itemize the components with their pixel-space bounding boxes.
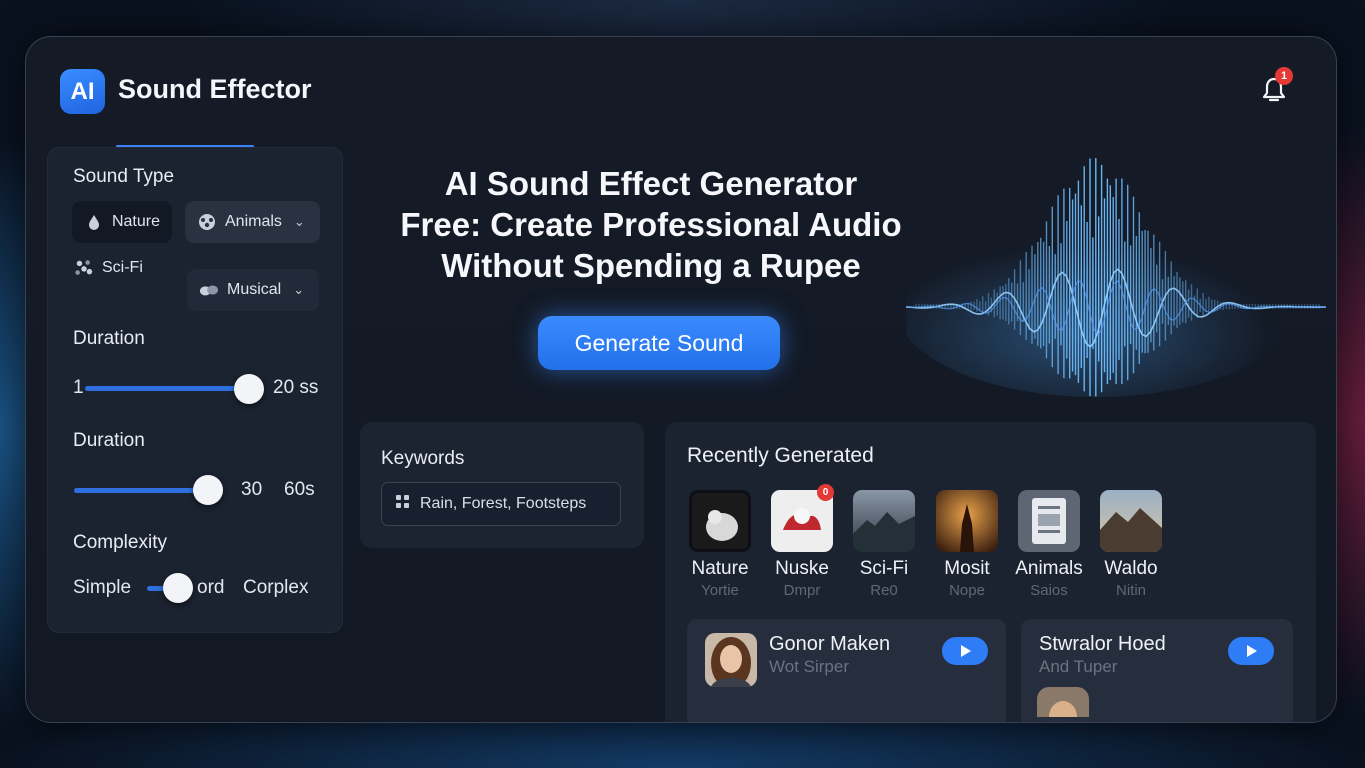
play-icon [961, 645, 971, 657]
keywords-value: Rain, Forest, Footsteps [420, 495, 587, 512]
recent-sub: Saios [1030, 582, 1068, 599]
sound-type-label-scifi: Sci-Fi [102, 259, 143, 276]
recent-track-card[interactable]: Stwralor Hoed And Tuper [1021, 619, 1293, 722]
recent-thumb-mosit[interactable] [936, 490, 998, 552]
duration-max-text: 20 ss [273, 377, 319, 398]
duration-slider-track[interactable] [85, 386, 250, 391]
recent-sub: Yortie [701, 582, 739, 599]
duration-slider-thumb-2[interactable] [193, 475, 223, 505]
duration-value-text: 30 [241, 479, 263, 500]
track-name: Stwralor Hoed [1039, 633, 1166, 655]
complexity-complex-text: Corplex [243, 577, 309, 598]
recent-sub: Re0 [870, 582, 898, 599]
recent-sub: Dmpr [783, 582, 821, 599]
paw-icon [197, 212, 217, 232]
recent-track-card[interactable]: Gonor Maken Wot Sirper [687, 619, 1006, 722]
recently-generated-title: Recently Generated [687, 444, 874, 467]
chevron-down-icon: ⌄ [293, 282, 305, 297]
duration-label: Duration [73, 328, 145, 349]
recent-thumb-scifi[interactable] [853, 490, 915, 552]
track-name: Gonor Maken [769, 633, 891, 655]
recent-label: Waldo [1104, 558, 1158, 579]
hero-title-line-1: AI Sound Effect Generator [444, 165, 858, 202]
recently-generated-panel: Recently Generated Nature Yortie 0 Nuske… [665, 422, 1316, 722]
complexity-mid-text: ord [197, 577, 225, 598]
duration-slider-thumb[interactable] [234, 374, 264, 404]
generate-sound-button[interactable]: Generate Sound [538, 316, 780, 370]
duration-label-2: Duration [73, 430, 145, 451]
track-sub: And Tuper [1039, 657, 1118, 676]
sound-type-scifi[interactable]: Sci-Fi [62, 247, 162, 289]
sound-type-musical-select[interactable]: Musical ⌄ [187, 269, 319, 311]
app-title: Sound Effector [118, 74, 312, 104]
avatar [1037, 687, 1089, 717]
recent-thumb-badge: 0 [817, 484, 834, 501]
avatar [705, 633, 757, 687]
notification-badge: 1 [1275, 67, 1293, 85]
sound-type-label-musical: Musical [227, 281, 282, 298]
sound-type-label-nature: Nature [111, 213, 160, 230]
hero-title-line-3: Without Spending a Rupee [441, 247, 861, 284]
duration-min-text: 1 [73, 377, 84, 398]
app-window: AI Sound Effector 1 Sound Type Nature An… [25, 36, 1337, 723]
sound-wave-visual [906, 158, 1326, 397]
duration-slider-track-2[interactable] [74, 488, 209, 493]
sound-type-label: Sound Type [73, 166, 175, 187]
grid-icon [396, 494, 410, 514]
recent-thumb-waldo[interactable] [1100, 490, 1162, 552]
hero-title-line-2: Free: Create Professional Audio [400, 206, 902, 243]
sound-type-nature[interactable]: Nature [72, 201, 172, 243]
sound-type-label-animals: Animals [225, 213, 282, 230]
app-logo: AI [60, 69, 105, 114]
droplet-icon [84, 212, 104, 232]
recent-label: Mosit [944, 558, 990, 579]
dots-cluster-icon [74, 258, 94, 278]
keywords-panel: Keywords Rain, Forest, Footsteps [360, 422, 644, 548]
play-button[interactable] [942, 637, 988, 665]
recent-sub: Nope [949, 582, 985, 599]
play-icon [1247, 645, 1257, 657]
chevron-down-icon: ⌄ [293, 214, 305, 229]
keywords-input[interactable]: Rain, Forest, Footsteps [381, 482, 621, 526]
recent-thumb-nature[interactable] [689, 490, 751, 552]
music-icon [199, 280, 219, 300]
complexity-slider-thumb[interactable] [163, 573, 193, 603]
track-sub: Wot Sirper [769, 657, 849, 676]
recent-sub: Nitin [1115, 582, 1146, 599]
duration-max-text-2: 60s [284, 479, 315, 500]
sound-type-animals-select[interactable]: Animals ⌄ [185, 201, 320, 243]
recent-label: Sci-Fi [859, 558, 909, 579]
recent-label: Animals [1015, 558, 1083, 579]
recent-label: Nuske [775, 558, 829, 579]
keywords-label: Keywords [381, 448, 465, 469]
recent-thumb-animals[interactable] [1018, 490, 1080, 552]
recent-label: Nature [691, 558, 749, 579]
play-button[interactable] [1228, 637, 1274, 665]
sound-settings-panel: Sound Type Nature Animals ⌄ Sci-Fi Music… [47, 147, 343, 633]
complexity-simple-text: Simple [73, 577, 132, 598]
hero-title: AI Sound Effect Generator Free: Create P… [371, 163, 931, 286]
complexity-label: Complexity [73, 532, 167, 553]
